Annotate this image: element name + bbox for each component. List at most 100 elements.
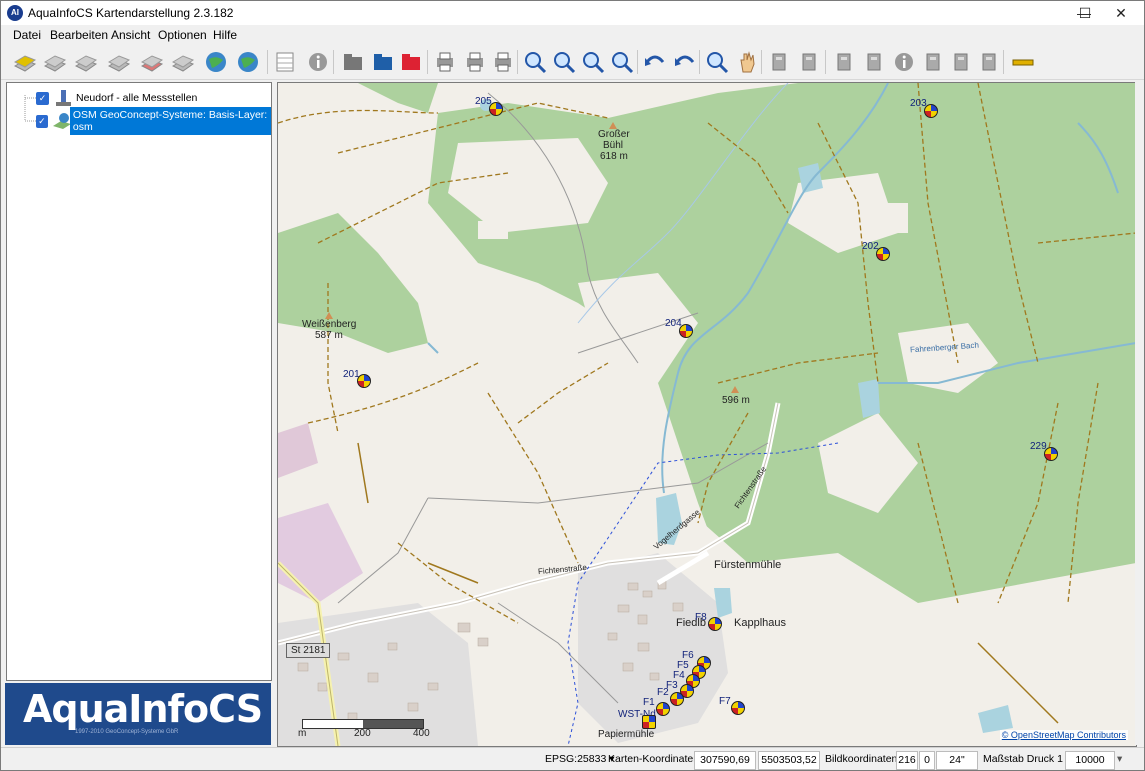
well-marker-204[interactable] <box>679 324 693 338</box>
marker-info-icon[interactable] <box>890 48 918 76</box>
zoom-in-icon-glyph <box>583 52 605 74</box>
rotation-angle: 24" <box>936 751 978 770</box>
tree-item-osm[interactable]: ✓ OSM GeoConcept-Systeme: Basis-Layer: o… <box>36 107 272 135</box>
map-view[interactable]: Großer Bühl 618 m Weißenberg 587 m 596 m… <box>277 82 1137 747</box>
print-preview-icon-glyph <box>437 52 453 72</box>
well-marker-201[interactable] <box>357 374 371 388</box>
print-setup-icon[interactable] <box>489 48 517 76</box>
layer-icon-3[interactable] <box>105 48 133 76</box>
menu-bearbeiten[interactable]: Bearbeiten <box>50 28 108 42</box>
info-icon-glyph <box>309 53 327 71</box>
tree-item-messstellen[interactable]: ✓ Neudorf - alle Messstellen <box>36 88 200 108</box>
column-icon[interactable] <box>830 48 858 76</box>
select-arrow-icon[interactable] <box>765 48 793 76</box>
print-icon[interactable] <box>461 48 489 76</box>
title-bar: AI AquaInfoCS Kartendarstellung 2.3.182 … <box>1 1 1144 25</box>
well-marker-wst-nd[interactable] <box>642 715 656 729</box>
globe-icon-glyph <box>238 52 258 72</box>
menu-bar: Datei Bearbeiten Ansicht Optionen Hilfe <box>1 25 1144 45</box>
save-icon[interactable] <box>369 48 397 76</box>
well-marker-f7[interactable] <box>731 701 745 715</box>
redo-view-icon[interactable] <box>671 48 699 76</box>
globe-icon[interactable] <box>234 48 262 76</box>
map-coords-label: Karten-Koordinaten <box>608 753 700 765</box>
export-icon[interactable] <box>397 48 425 76</box>
zoom-select-icon[interactable] <box>703 48 731 76</box>
well-marker-205[interactable] <box>489 102 503 116</box>
layer-icon-1[interactable] <box>41 48 69 76</box>
print-scale-label: Maßstab Druck 1 : <box>983 753 1069 765</box>
flask-icon-glyph <box>954 53 968 71</box>
close-button[interactable]: ✕ <box>1101 1 1141 25</box>
image-coord-x: 216 <box>896 751 918 770</box>
menu-optionen[interactable]: Optionen <box>158 28 207 42</box>
crosshair-icon[interactable] <box>795 48 823 76</box>
layer-icon-3-glyph <box>107 55 131 72</box>
print-setup-icon-glyph <box>495 52 511 72</box>
map-label-587m: 587 m <box>315 330 343 341</box>
well-marker-f2[interactable] <box>670 692 684 706</box>
zoom-out-icon[interactable] <box>608 48 636 76</box>
osm-map-canvas <box>278 83 1136 746</box>
pan-hand-icon[interactable] <box>733 48 761 76</box>
tool-icon-glyph <box>926 53 940 71</box>
scale-label-mid: 200 <box>354 728 371 739</box>
well-marker-f1[interactable] <box>656 702 670 716</box>
layer-terrain-icon[interactable] <box>169 48 197 76</box>
checkbox-checked-icon[interactable]: ✓ <box>36 91 49 105</box>
toolbar-separator <box>637 50 638 74</box>
tool-icon[interactable] <box>919 48 947 76</box>
zoom-window-icon[interactable] <box>550 48 578 76</box>
sign-icon-glyph <box>867 53 881 71</box>
map-coord-y: 5503503,52 <box>758 751 820 770</box>
menu-datei[interactable]: Datei <box>13 28 41 42</box>
measure-icon-glyph <box>1012 59 1034 66</box>
info-icon[interactable] <box>304 48 332 76</box>
toolbar-separator <box>699 50 700 74</box>
layer-icon-2[interactable] <box>72 48 100 76</box>
undo-view-icon[interactable] <box>641 48 669 76</box>
toolbar <box>1 45 1144 80</box>
crs-selector[interactable]: EPSG:25833 ▾ <box>545 751 615 768</box>
zoom-extent-icon[interactable] <box>521 48 549 76</box>
logo-text: AquaInfoCS <box>23 687 263 731</box>
osm-attribution-link[interactable]: © OpenStreetMap Contributors <box>999 730 1128 740</box>
menu-ansicht[interactable]: Ansicht <box>111 28 150 42</box>
print-scale-input[interactable]: 10000 <box>1065 751 1115 770</box>
zoom-select-icon-glyph <box>707 52 729 74</box>
sign-icon[interactable] <box>860 48 888 76</box>
chevron-down-icon[interactable]: ▾ <box>1117 751 1122 768</box>
globe-layer-icon[interactable] <box>202 48 230 76</box>
toolbar-separator <box>825 50 826 74</box>
marker-label-f1: F1 <box>643 697 655 708</box>
folder-open-icon[interactable] <box>339 48 367 76</box>
map-label-grosser: Großer <box>598 129 630 140</box>
crosshair-icon-glyph <box>802 53 816 71</box>
zoom-in-icon[interactable] <box>579 48 607 76</box>
map-scrollbar[interactable] <box>1135 82 1144 745</box>
maximize-button[interactable]: ☐ <box>1065 1 1105 25</box>
well-marker-f8[interactable] <box>708 617 722 631</box>
print-preview-icon[interactable] <box>431 48 459 76</box>
well-marker-229[interactable] <box>1044 447 1058 461</box>
layer-manager-icon[interactable] <box>11 48 39 76</box>
ruler-vertical-icon[interactable] <box>975 48 1003 76</box>
image-coords-label: Bildkoordinaten <box>825 753 898 765</box>
map-layer-icon <box>52 113 70 129</box>
measure-icon[interactable] <box>1009 48 1037 76</box>
flask-icon[interactable] <box>947 48 975 76</box>
toolbar-separator <box>1003 50 1004 74</box>
well-marker-202[interactable] <box>876 247 890 261</box>
status-bar: EPSG:25833 ▾ Karten-Koordinaten 307590,6… <box>1 747 1144 770</box>
select-arrow-icon-glyph <box>772 53 786 71</box>
layer-colored-icon[interactable] <box>138 48 166 76</box>
redo-view-icon-glyph <box>675 55 695 66</box>
map-coord-x: 307590,69 <box>694 751 756 770</box>
marker-label-f7: F7 <box>719 696 731 707</box>
well-marker-203[interactable] <box>924 104 938 118</box>
toolbar-separator <box>517 50 518 74</box>
checkbox-checked-icon[interactable]: ✓ <box>36 114 48 128</box>
menu-hilfe[interactable]: Hilfe <box>213 28 237 42</box>
table-icon[interactable] <box>271 48 299 76</box>
layer-manager-icon-glyph <box>13 55 37 72</box>
